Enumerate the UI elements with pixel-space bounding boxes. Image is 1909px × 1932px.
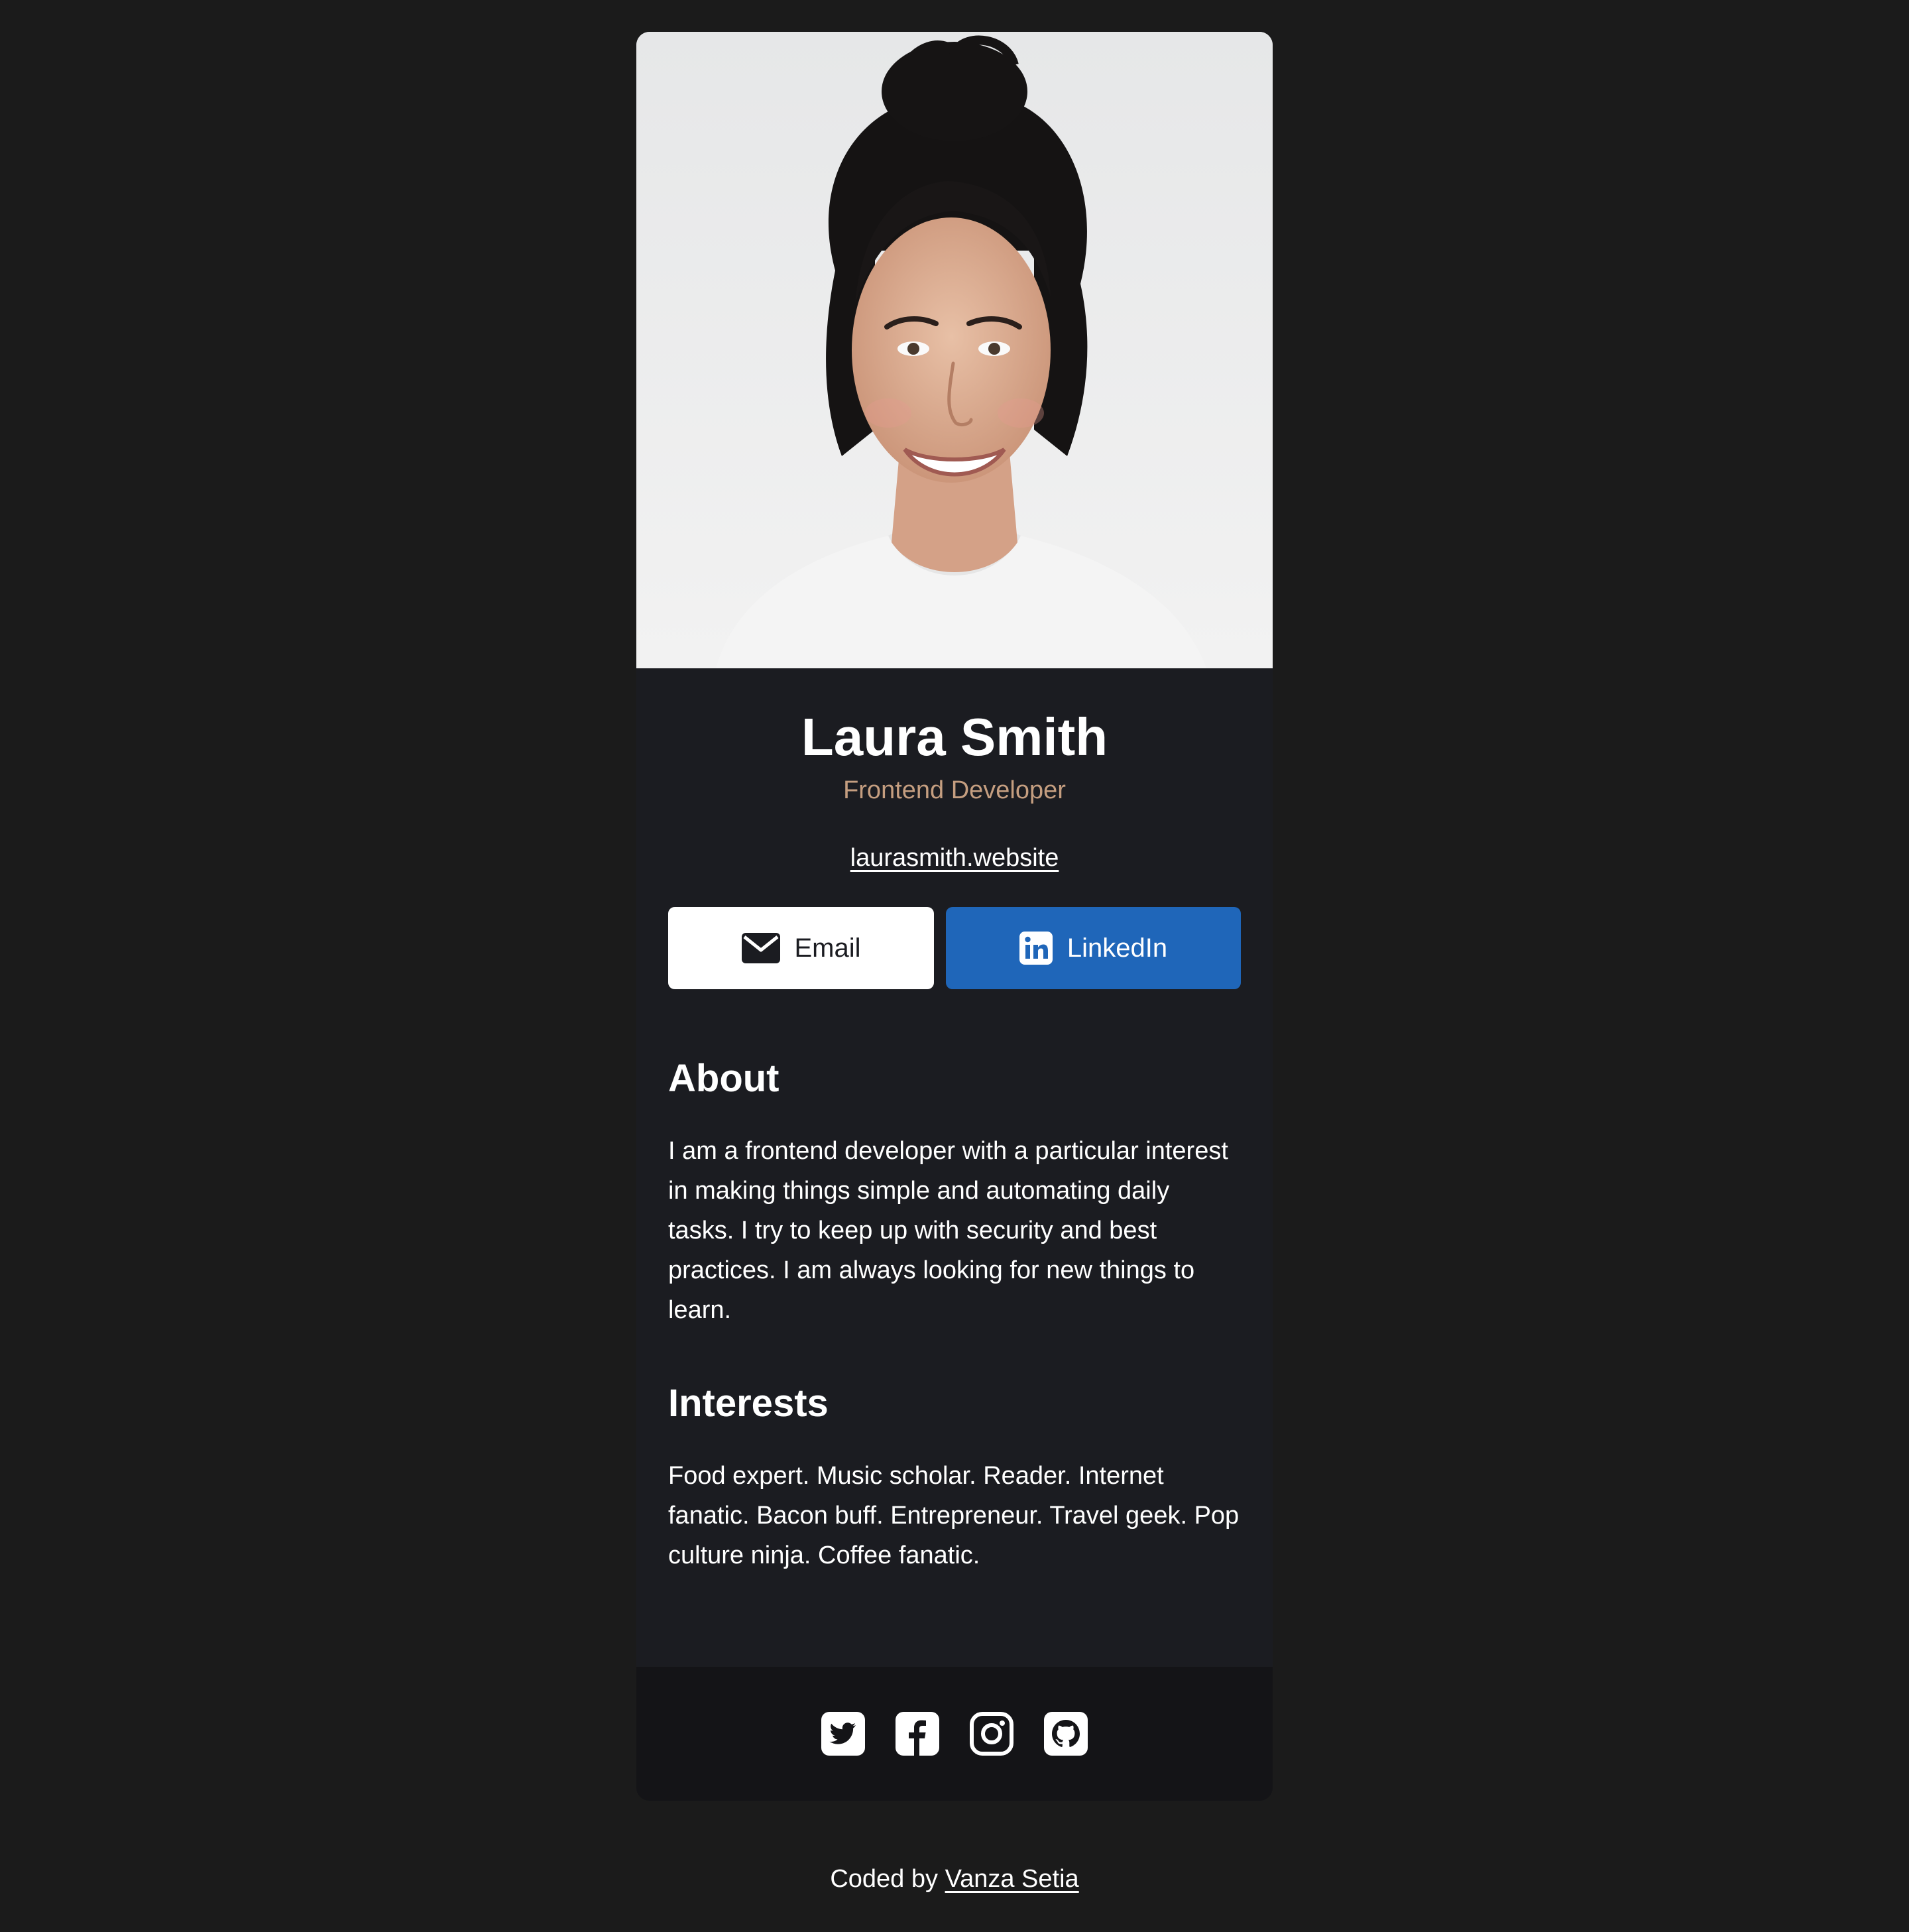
profile-photo [636,32,1273,668]
linkedin-button[interactable]: LinkedIn [946,907,1241,989]
contact-actions: Email LinkedIn [668,907,1241,989]
facebook-icon [896,1712,939,1756]
social-links-bar [636,1667,1273,1801]
instagram-icon [970,1712,1013,1756]
about-heading: About [668,1057,780,1100]
profile-role: Frontend Developer [843,776,1066,804]
about-section: About I am a frontend developer with a p… [636,989,1273,1330]
author-link[interactable]: Vanza Setia [945,1865,1079,1893]
profile-card: Laura Smith Frontend Developer laurasmit… [636,32,1273,1801]
twitter-link[interactable] [821,1712,865,1756]
instagram-link[interactable] [970,1712,1013,1756]
about-text: I am a frontend developer with a particu… [668,1137,1228,1324]
envelope-icon [741,933,780,963]
attribution-prefix: Coded by [830,1865,938,1893]
github-icon [1044,1712,1088,1756]
website-link[interactable]: laurasmith.website [850,842,1059,874]
email-button[interactable]: Email [668,907,935,989]
linkedin-button-label: LinkedIn [1067,933,1168,963]
twitter-icon [821,1712,865,1756]
attribution: Coded by Vanza Setia [0,1863,1909,1895]
profile-photo-illustration [636,32,1273,668]
profile-name: Laura Smith [801,707,1108,766]
profile-info: Laura Smith Frontend Developer laurasmit… [636,668,1273,874]
github-link[interactable] [1044,1712,1088,1756]
interests-section: Interests Food expert. Music scholar. Re… [636,1330,1273,1575]
interests-text: Food expert. Music scholar. Reader. Inte… [668,1462,1240,1569]
linkedin-icon [1019,932,1053,965]
interests-heading: Interests [668,1382,829,1425]
facebook-link[interactable] [896,1712,939,1756]
email-button-label: Email [794,933,861,963]
